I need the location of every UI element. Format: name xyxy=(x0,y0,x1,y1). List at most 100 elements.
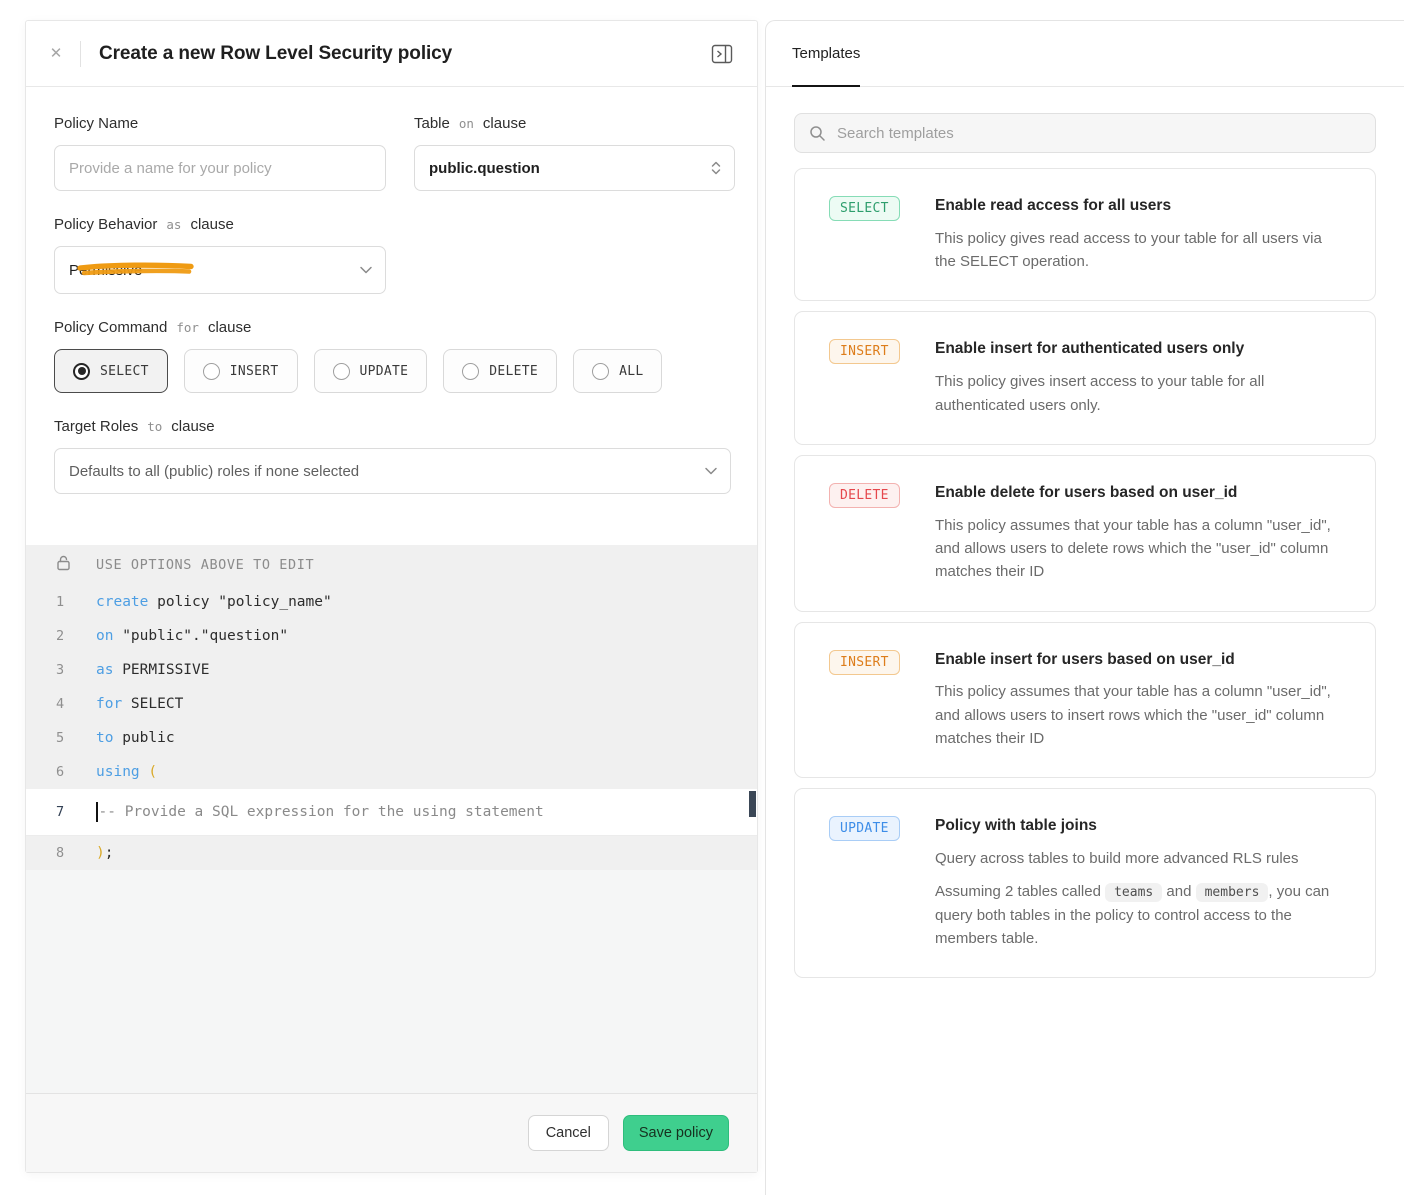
command-radio-group: SELECT INSERT UPDATE DELETE ALL xyxy=(54,349,729,393)
table-field: Table on clause public.question xyxy=(414,115,735,191)
panel-toggle-button[interactable] xyxy=(705,39,739,69)
code-text: to public xyxy=(96,730,175,746)
chevron-down-icon xyxy=(705,467,717,475)
behavior-select[interactable]: Permissive xyxy=(54,246,386,294)
target-roles-select[interactable]: Defaults to all (public) roles if none s… xyxy=(54,448,731,494)
template-description: This policy gives insert access to your … xyxy=(935,373,1265,414)
code-text: -- Provide a SQL expression for the usin… xyxy=(96,802,544,822)
behavior-clause-word: clause xyxy=(190,216,234,233)
radio-icon xyxy=(592,362,610,380)
search-templates-input[interactable] xyxy=(837,124,1361,142)
rls-policy-dialog: ✕ Create a new Row Level Security policy… xyxy=(25,20,758,1173)
behavior-label: Policy Behavior xyxy=(54,216,158,233)
text-cursor xyxy=(96,802,98,822)
line-number: 8 xyxy=(56,845,65,861)
tab-templates[interactable]: Templates xyxy=(792,21,861,87)
target-roles-clause-keyword: to xyxy=(147,419,163,434)
code-text: on "public"."question" xyxy=(96,628,289,644)
command-option-insert[interactable]: INSERT xyxy=(183,349,298,393)
code-pill: members xyxy=(1195,883,1269,903)
radio-icon xyxy=(73,362,90,380)
behavior-field: Policy Behavior as clause Permissive xyxy=(54,216,729,294)
command-clause-word: clause xyxy=(207,319,252,336)
template-badge: SELECT xyxy=(829,196,900,221)
command-option-select[interactable]: SELECT xyxy=(54,349,168,393)
code-text: ); xyxy=(96,845,114,861)
command-option-all[interactable]: ALL xyxy=(573,349,663,393)
badge-column: DELETE xyxy=(829,482,935,508)
code-line: 3 as PERMISSIVE xyxy=(26,653,757,687)
target-roles-select-value: Defaults to all (public) roles if none s… xyxy=(69,462,360,480)
sql-editor: USE OPTIONS ABOVE TO EDIT 1 create policy… xyxy=(26,545,757,870)
badge-column: UPDATE xyxy=(829,816,935,842)
code-text: create policy "policy_name" xyxy=(96,594,332,610)
code-line: 2 on "public"."question" xyxy=(26,619,757,653)
card-content: Policy with table joins Query across tabl… xyxy=(935,816,1345,950)
editor-empty-area xyxy=(26,870,757,1093)
command-option-update[interactable]: UPDATE xyxy=(313,349,428,393)
line-number: 4 xyxy=(56,696,65,712)
card-content: Enable insert for users based on user_id… xyxy=(935,650,1345,751)
radio-icon xyxy=(202,362,220,380)
card-content: Enable delete for users based on user_id… xyxy=(935,483,1345,584)
template-title: Enable delete for users based on user_id xyxy=(935,483,1238,501)
code-line-editable[interactable]: 7 -- Provide a SQL expression for the usi… xyxy=(26,789,757,836)
card-content: Enable insert for authenticated users on… xyxy=(935,339,1345,416)
target-roles-clause-word: clause xyxy=(171,418,215,435)
dialog-title: Create a new Row Level Security policy xyxy=(99,42,453,64)
template-badge: INSERT xyxy=(829,339,900,365)
code-line: 4 for SELECT xyxy=(26,687,757,721)
template-card-list: SELECT Enable read access for all users Th… xyxy=(794,168,1376,979)
policy-name-input[interactable] xyxy=(69,159,371,177)
search-icon xyxy=(810,125,825,141)
template-badge: DELETE xyxy=(829,482,900,508)
code-text: for SELECT xyxy=(96,696,184,712)
table-select-value: public.question xyxy=(429,159,540,177)
save-policy-button[interactable]: Save policy xyxy=(622,1115,729,1151)
lock-icon xyxy=(26,555,96,575)
command-option-delete[interactable]: DELETE xyxy=(443,349,558,393)
template-title: Enable insert for users based on user_id xyxy=(935,650,1235,668)
editor-locked-notice: USE OPTIONS ABOVE TO EDIT xyxy=(96,557,315,573)
editor-scrollbar-thumb[interactable] xyxy=(749,791,756,817)
chevron-down-icon xyxy=(360,266,372,274)
template-card[interactable]: SELECT Enable read access for all users Th… xyxy=(794,168,1376,302)
badge-column: INSERT xyxy=(829,649,935,675)
cancel-button[interactable]: Cancel xyxy=(527,1115,609,1151)
template-card[interactable]: INSERT Enable insert for users based on u… xyxy=(794,621,1376,779)
template-description: This policy assumes that your table has … xyxy=(935,516,1331,581)
templates-panel-body: SELECT Enable read access for all users Th… xyxy=(766,87,1404,1004)
policy-name-field: Policy Name xyxy=(54,115,386,191)
template-title: Policy with table joins xyxy=(935,817,1097,835)
header-divider xyxy=(80,40,81,67)
line-number: 6 xyxy=(56,764,65,780)
close-button[interactable]: ✕ xyxy=(40,38,72,70)
command-option-label: UPDATE xyxy=(359,363,409,379)
command-clause-keyword: for xyxy=(176,320,199,335)
command-option-label: INSERT xyxy=(229,363,279,379)
command-field: Policy Command for clause SELECT INSERT UP… xyxy=(54,319,729,393)
template-title: Enable read access for all users xyxy=(935,197,1172,214)
table-select[interactable]: public.question xyxy=(414,145,735,191)
badge-column: SELECT xyxy=(829,196,935,221)
behavior-select-value: Permissive xyxy=(69,261,143,279)
template-card[interactable]: UPDATE Policy with table joins Query acros… xyxy=(794,788,1376,979)
code-text: as PERMISSIVE xyxy=(96,662,210,678)
line-number: 7 xyxy=(56,804,65,820)
template-badge: INSERT xyxy=(829,649,900,675)
policy-form: Policy Name Table on clause public.quest… xyxy=(26,87,757,520)
line-number: 1 xyxy=(56,594,65,610)
line-number: 2 xyxy=(56,628,65,644)
code-text: using ( xyxy=(96,764,158,780)
policy-name-label: Policy Name xyxy=(54,115,139,132)
table-clause-keyword: on xyxy=(458,116,474,131)
template-card[interactable]: INSERT Enable insert for authenticated us… xyxy=(794,311,1376,445)
editor-locked-row: USE OPTIONS ABOVE TO EDIT xyxy=(26,545,757,585)
radio-icon xyxy=(462,362,480,380)
chevrons-updown-icon xyxy=(711,161,721,175)
template-card[interactable]: DELETE Enable delete for users based on u… xyxy=(794,454,1376,612)
template-title: Enable insert for authenticated users on… xyxy=(935,340,1245,358)
dialog-footer: Cancel Save policy xyxy=(26,1093,757,1172)
code-line: 1 create policy "policy_name" xyxy=(26,585,757,619)
line-number: 3 xyxy=(56,662,65,678)
